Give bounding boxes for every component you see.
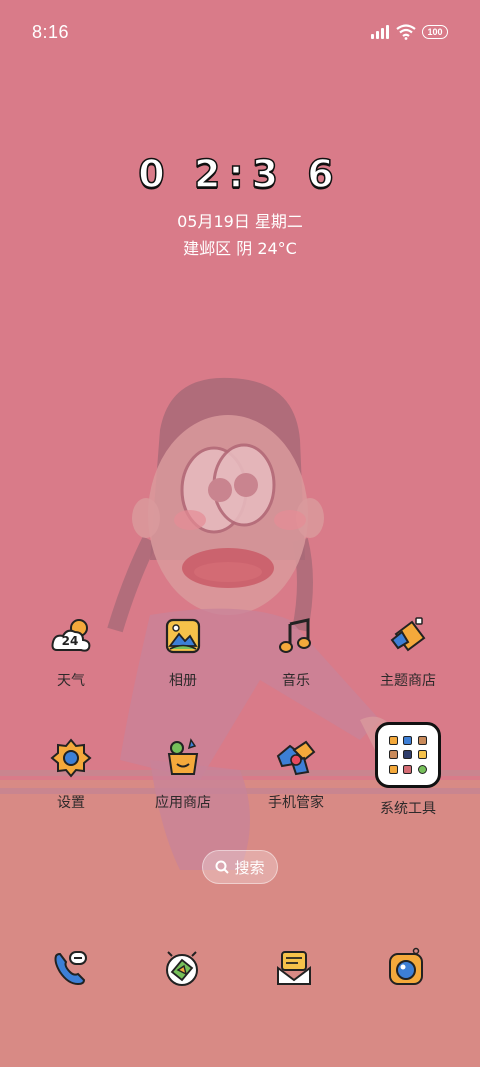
wifi-icon: [396, 24, 416, 40]
music-icon: [279, 618, 311, 653]
clock-weather: 建邺区 阴 24°C: [183, 239, 297, 258]
app-music[interactable]: 音乐: [248, 614, 344, 690]
app-label: 相册: [169, 673, 197, 689]
app-label: 应用商店: [155, 795, 211, 811]
phone-manager-icon: [276, 740, 316, 776]
app-weather[interactable]: 24 天气: [23, 614, 119, 690]
mini-app-icon: [403, 750, 413, 760]
app-store[interactable]: 应用商店: [135, 736, 231, 812]
status-time: 8:16: [32, 22, 70, 42]
mini-app-icon: [388, 750, 398, 760]
clock-time[interactable]: 0 2:3 6: [0, 151, 480, 197]
app-label: 主题商店: [380, 673, 436, 689]
signal-icon: [371, 25, 389, 39]
mini-app-icon: [418, 735, 428, 745]
system-tools-folder: [375, 722, 441, 788]
messages-icon[interactable]: [272, 946, 316, 990]
browser-icon[interactable]: [160, 946, 204, 990]
app-phone-manager[interactable]: 手机管家: [248, 736, 344, 812]
phone-icon[interactable]: [48, 946, 92, 990]
mini-app-icon: [403, 765, 413, 775]
app-label: 设置: [57, 795, 85, 811]
app-label: 音乐: [282, 673, 310, 689]
status-icons: 100: [370, 24, 448, 40]
battery-indicator: 100: [422, 25, 448, 39]
weather-badge: 24: [62, 634, 79, 648]
mini-app-icon: [388, 735, 398, 745]
app-label: 天气: [57, 673, 85, 689]
search-icon: [215, 860, 230, 874]
home-screen: 8:16 100 0 2:3 6 05月19日 星期二 建邺区 阴 24°C 2…: [0, 0, 480, 1067]
clock-date: 05月19日 星期二: [177, 212, 303, 231]
status-bar: 8:16 100: [0, 0, 480, 68]
folder-preview: [386, 733, 430, 777]
mini-app-icon: [388, 765, 398, 775]
app-theme-store[interactable]: 主题商店: [360, 614, 456, 690]
app-label: 手机管家: [268, 795, 324, 811]
gallery-icon: [165, 618, 201, 654]
app-settings[interactable]: 设置: [23, 736, 119, 812]
app-gallery[interactable]: 相册: [135, 614, 231, 690]
settings-icon: [50, 738, 92, 778]
theme-store-icon: [390, 617, 426, 652]
app-store-icon: [167, 738, 199, 775]
camera-icon[interactable]: [384, 946, 428, 990]
weather-icon: 24: [51, 619, 91, 652]
search-button[interactable]: 搜索: [202, 850, 278, 884]
mini-app-icon: [418, 750, 428, 760]
mini-app-icon: [418, 765, 428, 775]
folder-system-tools[interactable]: 系统工具: [360, 722, 456, 818]
search-label: 搜索: [234, 858, 265, 877]
mini-app-icon: [403, 735, 413, 745]
app-label: 系统工具: [380, 801, 436, 817]
